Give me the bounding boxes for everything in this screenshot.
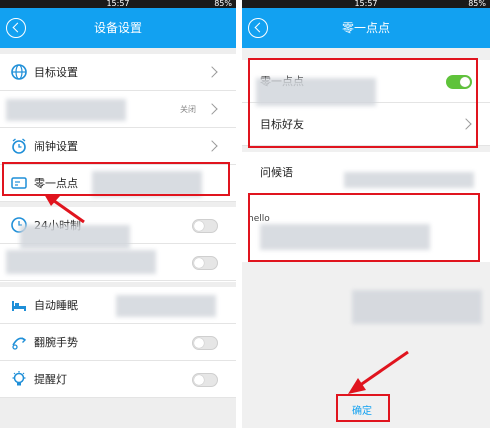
settings-item-24h[interactable]: 24小时制 — [0, 207, 236, 249]
chevron-right-icon — [206, 140, 218, 152]
device-settings-screen: 15:57 85% 设备设置 目标设置 关闭 闹钟设置 零一点点 自动睡眠 翻腕… — [0, 0, 236, 428]
title-bar: 零一点点 — [242, 8, 490, 48]
settings-item-label: 翻腕手势 — [34, 336, 78, 349]
settings-group-2: 24小时制 — [0, 207, 236, 282]
blurred-region — [6, 99, 126, 121]
status-bar: 15:57 85% — [0, 0, 236, 8]
annotation-arrow-icon — [44, 194, 85, 224]
lightbulb-icon — [12, 371, 26, 386]
settings-item-blurred[interactable]: 关闭 — [0, 91, 236, 128]
bed-icon — [12, 301, 26, 311]
settings-item-blurred-2[interactable] — [0, 244, 236, 281]
title-bar: 设备设置 — [0, 8, 236, 48]
chevron-right-icon — [206, 103, 218, 115]
settings-item-auto-sleep[interactable]: 自动睡眠 — [0, 287, 236, 324]
highlight-box-top — [248, 58, 478, 148]
settings-item-label: 自动睡眠 — [34, 299, 78, 312]
confirm-button[interactable]: 确定 — [352, 402, 372, 417]
settings-item-value: 关闭 — [180, 105, 196, 114]
page-title: 零一点点 — [341, 21, 390, 35]
composite-screenshot: 15:57 85% 设备设置 目标设置 关闭 闹钟设置 零一点点 自动睡眠 翻腕… — [0, 0, 490, 428]
settings-group-3: 自动睡眠 翻腕手势 提醒灯 — [0, 287, 236, 398]
status-time: 15:57 — [354, 0, 378, 8]
settings-item-label: 目标设置 — [34, 66, 78, 79]
blurred-region — [344, 172, 474, 188]
toggle-reminder-light[interactable] — [192, 373, 218, 387]
settings-item-reminder-light[interactable]: 提醒灯 — [0, 361, 236, 398]
alarm-clock-icon — [12, 138, 26, 154]
highlight-box — [2, 162, 230, 196]
blurred-region — [116, 295, 216, 317]
wrist-gesture-icon — [12, 337, 27, 350]
globe-icon — [11, 64, 27, 80]
lingyi-screen: 15:57 85% 零一点点 零一点点 目标好友 问候语 hello — [242, 0, 490, 428]
blurred-region — [352, 290, 482, 324]
page-title: 设备设置 — [93, 21, 142, 35]
toggle-24h[interactable] — [192, 219, 218, 233]
highlight-box-greeting — [248, 193, 480, 262]
toggle-item[interactable] — [192, 256, 218, 270]
settings-item-wrist[interactable]: 翻腕手势 — [0, 324, 236, 361]
settings-item-label: 闹钟设置 — [34, 140, 78, 153]
greeting-label: 问候语 — [260, 166, 293, 179]
status-time: 15:57 — [106, 0, 130, 8]
settings-item-label: 提醒灯 — [34, 373, 67, 386]
status-bar: 15:57 85% — [242, 0, 490, 8]
blurred-region — [6, 250, 156, 274]
annotation-arrow-icon — [348, 350, 409, 394]
chevron-right-icon — [206, 66, 218, 78]
settings-item-target[interactable]: 目标设置 — [0, 54, 236, 91]
toggle-wrist[interactable] — [192, 336, 218, 350]
settings-item-alarm[interactable]: 闹钟设置 — [0, 128, 236, 165]
